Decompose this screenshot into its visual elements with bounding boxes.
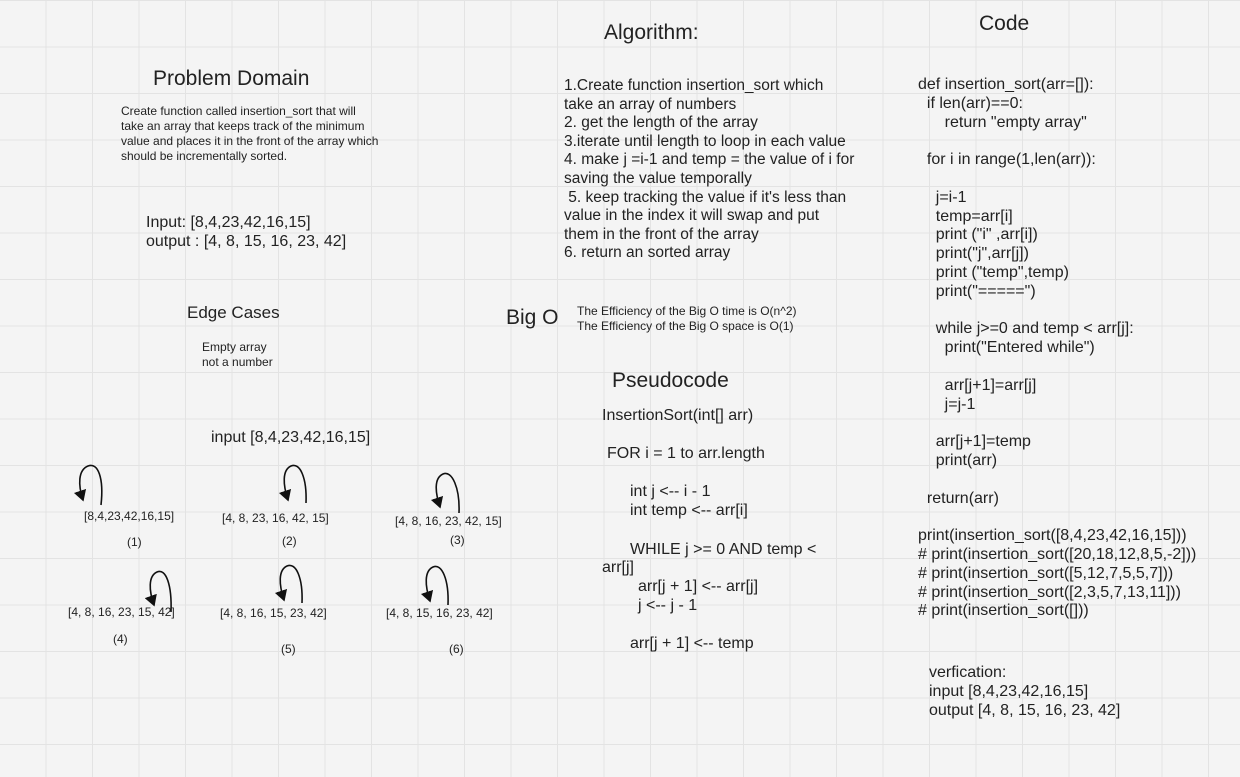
trace-step-array: [4, 8, 15, 16, 23, 42] — [386, 606, 493, 620]
pseudocode-line: j <-- j - 1 — [638, 596, 698, 614]
swap-arrow-2 — [278, 464, 307, 504]
pseudocode-final: arr[j + 1] <-- temp — [630, 635, 754, 652]
swap-arrow-5 — [274, 564, 303, 604]
code-line: return(arr) — [918, 489, 999, 507]
pseudocode-line: int temp <-- arr[i] — [630, 501, 748, 519]
algorithm-line: 2. get the length of the array — [564, 114, 758, 132]
code-line: print("=====") — [918, 282, 1036, 300]
verification-line: input [8,4,23,42,16,15] — [929, 682, 1089, 700]
code-line: print ("i" ,arr[i]) — [918, 226, 1038, 244]
code-line: # print(insertion_sort([5,12,7,5,5,7])) — [918, 564, 1174, 582]
big-o-space: The Efficiency of the Big O space is O(1… — [577, 319, 794, 333]
pseudocode-for: FOR i = 1 to arr.length — [607, 445, 765, 462]
code-line: def insertion_sort(arr=[]): — [918, 76, 1094, 93]
code-line: while j>=0 and temp < arr[j]: — [918, 320, 1134, 338]
code-line: arr[j+1]=temp — [918, 433, 1031, 451]
trace-step-array: [4, 8, 16, 23, 42, 15] — [395, 514, 502, 528]
swap-arrow-3 — [430, 472, 460, 514]
swap-arrow-6 — [420, 565, 449, 606]
verification-line: output [4, 8, 15, 16, 23, 42] — [929, 701, 1121, 719]
code-line: for i in range(1,len(arr)): — [918, 151, 1096, 169]
algorithm-line: 3.iterate until length to loop in each v… — [564, 132, 846, 150]
trace-step-label: (4) — [113, 632, 128, 646]
trace-step-array: [4, 8, 16, 15, 23, 42] — [220, 606, 327, 620]
swap-arrow-1 — [73, 464, 103, 506]
trace-step-array: [4, 8, 16, 23, 15, 42] — [68, 605, 175, 619]
big-o-title: Big O — [506, 306, 559, 329]
code-title: Code — [979, 12, 1030, 35]
trace-step-label: (2) — [282, 534, 297, 548]
trace-step-label: (5) — [281, 642, 296, 656]
big-o-details: The Efficiency of the Big O time is O(n^… — [577, 304, 797, 334]
code-line: temp=arr[i] — [918, 207, 1013, 225]
code-line: print(arr) — [918, 451, 998, 469]
pseudocode-init: int j <-- i - 1 int temp <-- arr[i] — [630, 483, 748, 521]
pseudocode-line: int j <-- i - 1 — [630, 483, 711, 500]
code-line: # print(insertion_sort([20,18,12,8,5,-2]… — [918, 545, 1197, 563]
pseudocode-title: Pseudocode — [612, 369, 729, 392]
algorithm-line: 4. make j =i-1 and temp = the value of i… — [564, 151, 855, 169]
algorithm-line: 6. return an sorted array — [564, 244, 731, 262]
algorithm-line: them in the front of the array — [564, 225, 759, 243]
code-line: print("j",arr[j]) — [918, 245, 1029, 263]
pseudocode-while-body: arr[j + 1] <-- arr[j] j <-- j - 1 — [638, 578, 758, 616]
pseudocode-header: InsertionSort(int[] arr) — [602, 407, 754, 424]
verification-line: verfication: — [929, 664, 1007, 681]
trace-step-label: (3) — [450, 533, 465, 547]
algorithm-line: 1.Create function insertion_sort which — [564, 77, 824, 94]
code-line: # print(insertion_sort([])) — [918, 602, 1089, 620]
code-block: def insertion_sort(arr=[]): if len(arr)=… — [918, 76, 1196, 621]
trace-step-array: [8,4,23,42,16,15] — [84, 509, 175, 523]
code-line: j=i-1 — [918, 188, 967, 206]
big-o-time: The Efficiency of the Big O time is O(n^… — [577, 304, 797, 318]
code-line: return "empty array" — [918, 113, 1087, 131]
algorithm-line: 5. keep tracking the value if it's less … — [564, 188, 847, 206]
code-line: j=j-1 — [918, 395, 976, 413]
algorithm-line: saving the value temporally — [564, 169, 752, 187]
algorithm-title: Algorithm: — [604, 21, 699, 44]
code-line: arr[j+1]=arr[j] — [918, 376, 1037, 394]
verification-block: verfication: input [8,4,23,42,16,15] out… — [929, 664, 1120, 720]
pseudocode-line: arr[j + 1] <-- arr[j] — [638, 578, 759, 595]
algorithm-line: take an array of numbers — [564, 95, 737, 113]
code-line: if len(arr)==0: — [918, 94, 1023, 112]
code-line: print(insertion_sort([8,4,23,42,16,15])) — [918, 527, 1187, 545]
trace-step-label: (6) — [449, 642, 464, 656]
pseudocode-while: WHILE j >= 0 AND temp < — [630, 541, 817, 558]
trace-step-array: [4, 8, 23, 16, 42, 15] — [222, 511, 329, 525]
code-line: # print(insertion_sort([2,3,5,7,13,11])) — [918, 583, 1181, 601]
algorithm-line: value in the index it will swap and put — [564, 207, 820, 225]
code-line: print ("temp",temp) — [918, 263, 1069, 281]
pseudocode-while-cont: arr[j] — [602, 559, 634, 576]
trace-step-label: (1) — [127, 535, 142, 549]
algorithm-steps: 1.Create function insertion_sort which t… — [564, 77, 854, 263]
code-line: print("Entered while") — [918, 339, 1095, 357]
